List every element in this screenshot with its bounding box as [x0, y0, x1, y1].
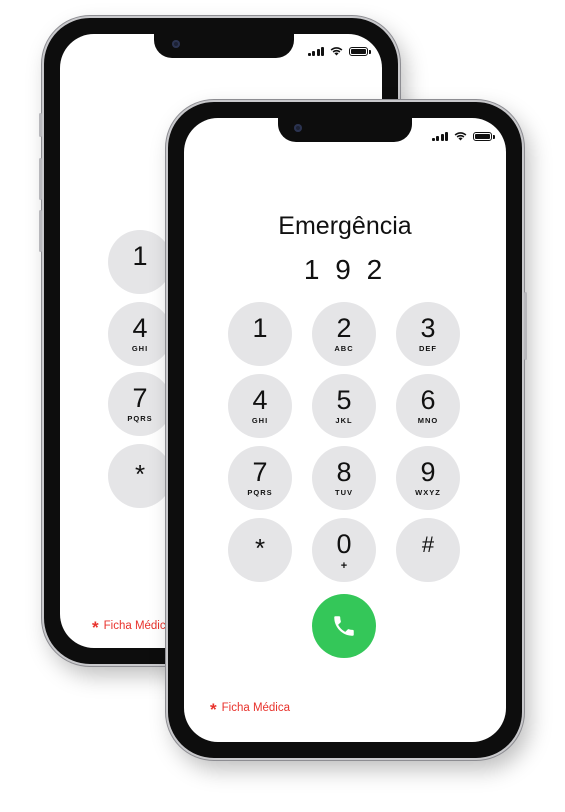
key-digit: 9 — [420, 457, 436, 487]
key-digit: 6 — [420, 385, 436, 415]
cellular-signal-icon — [307, 46, 324, 56]
front-camera-icon — [172, 40, 180, 48]
key-digit: 4 — [132, 313, 148, 343]
key-letters: WXYZ — [415, 488, 441, 497]
key-digit: 7 — [132, 383, 148, 413]
key-digit: 1 — [132, 241, 148, 271]
status-bar — [307, 46, 371, 56]
key-7[interactable]: 7 PQRS — [228, 446, 292, 510]
key-digit: 2 — [336, 313, 352, 343]
front-phone-screen: Emergência 1 9 2 1 2 ABC 3 DEF 4 GHI 5 J… — [184, 118, 506, 742]
key-digit: 5 — [336, 385, 352, 415]
key-digit: # — [421, 532, 435, 557]
key-letters: PQRS — [127, 414, 153, 423]
key-letters: ABC — [334, 344, 354, 353]
key-digit: 3 — [420, 313, 436, 343]
key-star[interactable]: * — [108, 444, 172, 508]
side-button — [524, 292, 527, 360]
key-5[interactable]: 5 JKL — [312, 374, 376, 438]
key-digit: 1 — [252, 313, 268, 343]
medical-id-link[interactable]: * Ficha Médica — [210, 700, 291, 719]
key-letters: + — [340, 560, 348, 572]
key-star[interactable]: * — [228, 518, 292, 582]
key-digit: * — [134, 458, 146, 489]
battery-icon — [349, 47, 371, 56]
medical-id-label: Ficha Médica — [103, 620, 173, 632]
key-letters: GHI — [131, 344, 149, 353]
key-digit: 8 — [336, 457, 352, 487]
key-1[interactable]: 1 — [108, 230, 172, 294]
status-bar — [431, 131, 495, 141]
key-letters: GHI — [251, 416, 269, 425]
front-phone: Emergência 1 9 2 1 2 ABC 3 DEF 4 GHI 5 J… — [166, 100, 527, 760]
side-button — [39, 113, 42, 137]
key-4[interactable]: 4 GHI — [108, 302, 172, 366]
medical-id-link[interactable]: * Ficha Médica — [92, 618, 173, 637]
key-hash[interactable]: # — [396, 518, 460, 582]
key-digit: 7 — [252, 457, 268, 487]
key-digit: 0 — [336, 529, 352, 559]
key-letters: PQRS — [247, 488, 273, 497]
wifi-icon — [454, 132, 467, 141]
key-9[interactable]: 9 WXYZ — [396, 446, 460, 510]
key-6[interactable]: 6 MNO — [396, 374, 460, 438]
key-2[interactable]: 2 ABC — [312, 302, 376, 366]
key-4[interactable]: 4 GHI — [228, 374, 292, 438]
battery-icon — [473, 132, 495, 141]
key-1[interactable]: 1 — [228, 302, 292, 366]
cellular-signal-icon — [431, 131, 448, 141]
key-digit: 4 — [252, 385, 268, 415]
key-0[interactable]: 0 + — [312, 518, 376, 582]
call-button[interactable] — [312, 594, 376, 658]
phone-handset-icon — [334, 616, 354, 636]
key-letters: DEF — [419, 344, 437, 353]
key-letters: TUV — [335, 488, 353, 497]
key-7[interactable]: 7 PQRS — [108, 372, 172, 436]
asterisk-icon: * — [210, 700, 217, 719]
key-letters: JKL — [335, 416, 353, 425]
side-button — [39, 210, 42, 252]
side-button — [39, 158, 42, 200]
medical-id-label: Ficha Médica — [221, 702, 291, 714]
key-8[interactable]: 8 TUV — [312, 446, 376, 510]
emergency-label: Emergência — [278, 212, 412, 240]
front-camera-icon — [294, 124, 302, 132]
dialed-number: 1 9 2 — [303, 254, 387, 285]
key-letters: MNO — [417, 416, 439, 425]
asterisk-icon: * — [92, 618, 99, 637]
key-digit: * — [254, 532, 266, 563]
wifi-icon — [330, 47, 343, 56]
key-3[interactable]: 3 DEF — [396, 302, 460, 366]
